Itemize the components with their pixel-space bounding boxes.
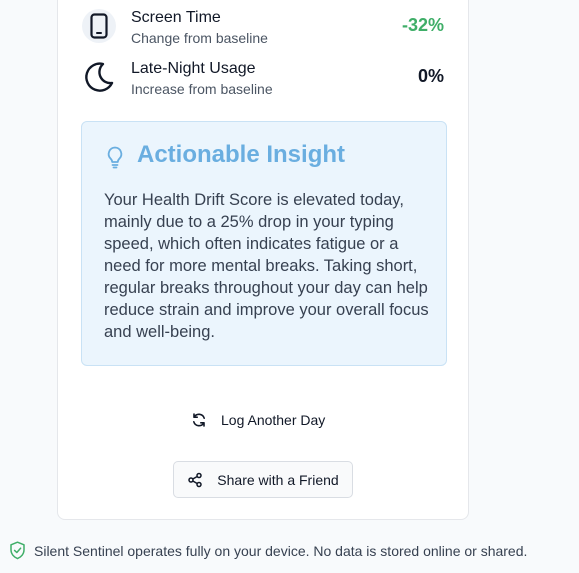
- share-with-friend-button[interactable]: Share with a Friend: [173, 461, 353, 498]
- privacy-footer-text: Silent Sentinel operates fully on your d…: [34, 542, 528, 559]
- metric-value: 0%: [417, 66, 444, 86]
- metric-value: -32%: [401, 15, 444, 35]
- log-another-day-button[interactable]: Log Another Day: [191, 409, 325, 431]
- refresh-icon: [193, 413, 205, 427]
- insight-title: Actionable Insight: [137, 141, 346, 168]
- lightbulb-icon: [107, 146, 123, 169]
- summary-card: Screen Time Change from baseline -32% La…: [57, 0, 469, 520]
- metric-subtitle: Increase from baseline: [131, 81, 273, 97]
- actionable-insight-panel: Actionable Insight Your Health Drift Sco…: [81, 121, 447, 366]
- share-icon: [188, 472, 203, 487]
- share-with-friend-label: Share with a Friend: [217, 471, 339, 488]
- metric-subtitle: Change from baseline: [131, 30, 268, 46]
- metric-screen-time: Screen Time Change from baseline -32%: [82, 9, 444, 53]
- privacy-footer: Silent Sentinel operates fully on your d…: [9, 541, 527, 560]
- metric-title: Late-Night Usage: [131, 60, 256, 77]
- log-another-day-label: Log Another Day: [221, 412, 326, 428]
- metric-late-night-usage: Late-Night Usage Increase from baseline …: [82, 60, 444, 104]
- metric-title: Screen Time: [131, 9, 221, 26]
- shield-check-icon: [10, 541, 25, 560]
- moon-icon: [82, 60, 116, 94]
- phone-icon: [82, 9, 116, 43]
- insight-body: Your Health Drift Score is elevated toda…: [104, 191, 429, 341]
